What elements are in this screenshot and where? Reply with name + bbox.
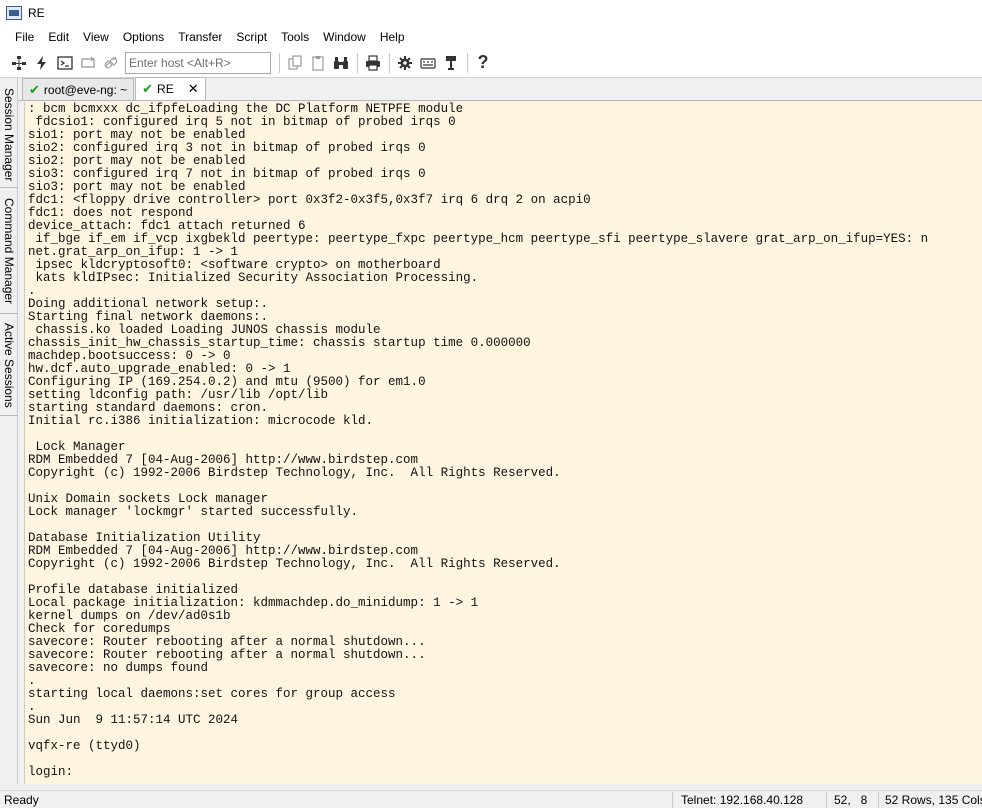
connect-icon[interactable]	[8, 52, 30, 74]
menu-bar: File Edit View Options Transfer Script T…	[0, 26, 982, 48]
close-icon[interactable]: ✕	[188, 81, 199, 97]
window-title: RE	[28, 6, 45, 20]
tab-label: RE	[157, 82, 174, 96]
terminal-line: Copyright (c) 1992-2006 Birdstep Technol…	[28, 466, 561, 480]
status-separator	[672, 792, 673, 808]
print-icon[interactable]	[362, 52, 384, 74]
menu-view[interactable]: View	[76, 26, 116, 48]
terminal-line: savecore: no dumps found	[28, 661, 209, 675]
tab-root-eve-ng[interactable]: ✔ root@eve-ng: ~	[22, 78, 135, 100]
sidebar-tab-label: Command Manager	[2, 198, 16, 305]
title-bar: RE	[0, 0, 982, 26]
menu-window[interactable]: Window	[316, 26, 373, 48]
copy-icon[interactable]	[284, 52, 306, 74]
sidebar-tab-session-manager[interactable]: Session Manager	[0, 82, 18, 188]
toolbar-separator	[389, 52, 390, 73]
reconnect-icon[interactable]	[77, 52, 99, 74]
menu-transfer[interactable]: Transfer	[171, 26, 229, 48]
terminal-line: vqfx-re (ttyd0)	[28, 739, 141, 753]
status-cursor-position: 52, 8	[834, 793, 868, 807]
terminal-output[interactable]: : bcm bcmxxx dc_ifpfeLoading the DC Plat…	[24, 102, 982, 784]
session-tab-bar: ✔ root@eve-ng: ~ ✔ RE ✕	[18, 77, 982, 101]
sidebar-tab-active-sessions[interactable]: Active Sessions	[0, 316, 18, 416]
toolbar-separator	[467, 52, 468, 73]
tab-label: root@eve-ng: ~	[43, 82, 128, 97]
toolbar-separator	[357, 52, 358, 73]
connected-check-icon: ✔	[142, 81, 154, 96]
terminal-line: starting local daemons:set cores for gro…	[28, 687, 396, 701]
help-icon[interactable]: ?	[472, 52, 494, 74]
sidebar-tab-label: Active Sessions	[2, 323, 16, 408]
keymap-icon[interactable]	[417, 52, 439, 74]
find-icon[interactable]	[330, 52, 352, 74]
connected-check-icon: ✔	[29, 81, 40, 97]
disconnect-icon[interactable]	[100, 52, 122, 74]
menu-help[interactable]: Help	[373, 26, 412, 48]
settings-gear-icon[interactable]	[394, 52, 416, 74]
status-terminal-size: 52 Rows, 135 Cols	[885, 793, 982, 807]
sidebar-tab-command-manager[interactable]: Command Manager	[0, 190, 18, 314]
app-icon	[6, 6, 22, 20]
toolbar: ?	[0, 48, 982, 78]
menu-file[interactable]: File	[8, 26, 41, 48]
quick-connect-icon[interactable]	[31, 52, 53, 74]
sftp-icon[interactable]	[440, 52, 462, 74]
terminal-line: Initial rc.i386 initialization: microcod…	[28, 414, 374, 428]
terminal-line: Copyright (c) 1992-2006 Birdstep Technol…	[28, 557, 561, 571]
status-separator	[826, 792, 827, 808]
menu-edit[interactable]: Edit	[41, 26, 76, 48]
status-bar: Ready Telnet: 192.168.40.128 52, 8 52 Ro…	[0, 790, 982, 808]
menu-script[interactable]: Script	[229, 26, 274, 48]
tab-re[interactable]: ✔ RE ✕	[135, 77, 206, 100]
terminal-line: login:	[28, 765, 74, 779]
menu-tools[interactable]: Tools	[274, 26, 316, 48]
paste-icon[interactable]	[307, 52, 329, 74]
terminal-line: Sun Jun 9 11:57:14 UTC 2024	[28, 713, 239, 727]
status-state: Ready	[4, 793, 39, 807]
toolbar-separator	[279, 52, 280, 73]
terminal-line: Lock manager 'lockmgr' started successfu…	[28, 505, 359, 519]
menu-options[interactable]: Options	[116, 26, 171, 48]
sidebar: Session Manager Command Manager Active S…	[0, 78, 18, 784]
status-connection: Telnet: 192.168.40.128	[681, 793, 804, 807]
terminal-line: kats kldIPsec: Initialized Security Asso…	[28, 271, 479, 285]
terminal-icon[interactable]	[54, 52, 76, 74]
host-input[interactable]	[125, 51, 271, 74]
status-separator	[878, 792, 879, 808]
sidebar-tab-label: Session Manager	[2, 87, 16, 182]
